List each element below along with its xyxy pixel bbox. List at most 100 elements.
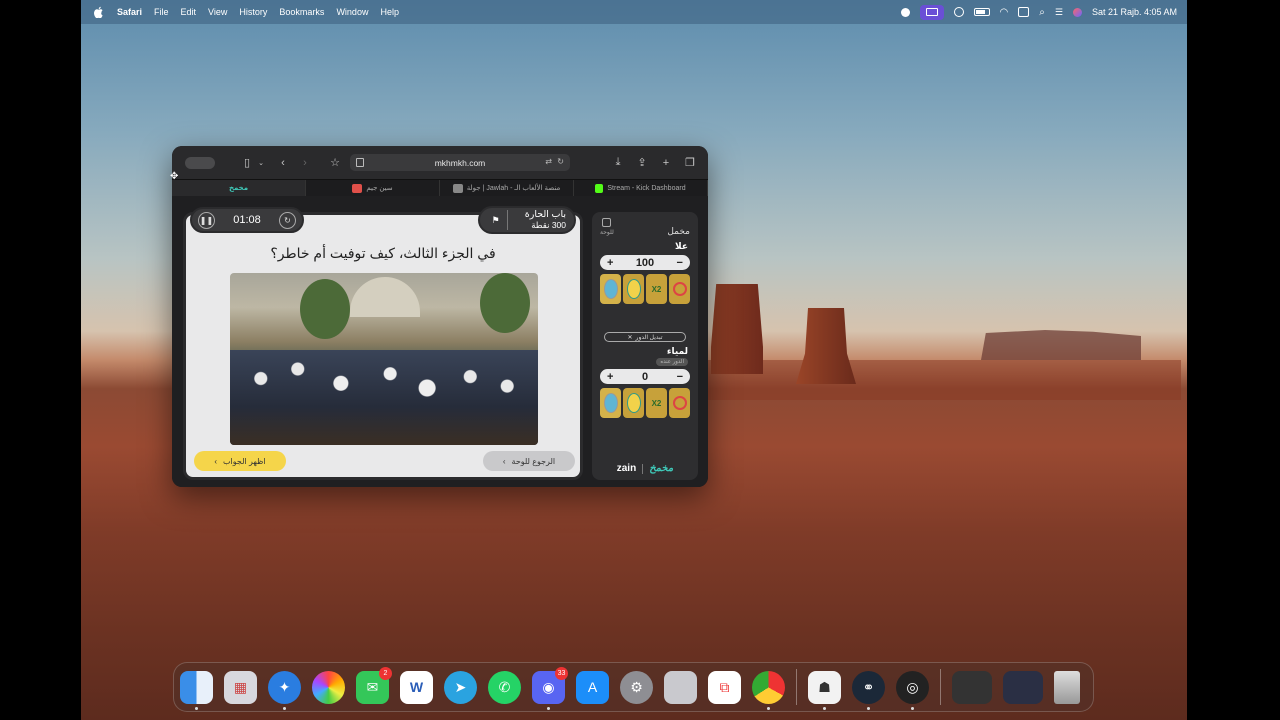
media-icon[interactable] bbox=[953, 7, 964, 17]
kick-icon bbox=[595, 183, 604, 193]
wallpaper-butte bbox=[711, 284, 763, 374]
discord-icon[interactable]: ◉ 33 bbox=[532, 666, 568, 710]
tab-mkhmkh[interactable]: مخمخ bbox=[172, 180, 306, 196]
wallpaper-plateau bbox=[981, 330, 1141, 360]
download-icon[interactable]: ⤓ bbox=[611, 156, 625, 170]
steam-icon[interactable]: ⚭ bbox=[852, 670, 885, 710]
tab-label: مخمخ bbox=[228, 185, 249, 192]
obs-icon[interactable]: ◎ bbox=[896, 670, 929, 710]
chevron-down-icon[interactable]: ⌄ bbox=[254, 156, 268, 170]
back-to-board-button[interactable]: ‹ الرجوع للوحة bbox=[483, 451, 575, 471]
tab-kick-dashboard[interactable]: Stream - Kick Dashboard bbox=[574, 180, 708, 196]
menu-view[interactable]: View bbox=[208, 7, 227, 17]
swap-icon: ✕ bbox=[627, 334, 633, 341]
minimized-window-icon[interactable] bbox=[1003, 670, 1043, 704]
address-bar[interactable]: mkhmkh.com ⇄ ↻ bbox=[350, 154, 570, 171]
remote-desktop-icon[interactable]: ⧉ bbox=[708, 670, 741, 704]
window-controls[interactable] bbox=[185, 156, 215, 169]
keyboard-icon[interactable] bbox=[1018, 7, 1030, 17]
new-tab-icon[interactable]: + bbox=[659, 156, 673, 170]
url-text: mkhmkh.com bbox=[434, 157, 486, 168]
show-answer-button[interactable]: ‹ اظهر الجواب bbox=[194, 451, 286, 471]
team-1-powers: X2 bbox=[592, 274, 698, 304]
chrome-icon[interactable] bbox=[752, 670, 785, 710]
exit-to-board-button[interactable]: للوحة bbox=[600, 218, 614, 236]
screen-share-icon[interactable] bbox=[919, 4, 944, 20]
team-1-score: + 100 − bbox=[600, 255, 690, 270]
question-points: 300 نقطة bbox=[531, 220, 566, 230]
timer-value: 01:08 bbox=[233, 214, 261, 226]
chevron-left-icon: ‹ bbox=[502, 456, 506, 466]
logo-divider bbox=[642, 463, 644, 474]
turn-indicator: الدور عنده bbox=[656, 358, 688, 366]
system-settings-icon[interactable]: ⚙ bbox=[620, 670, 653, 704]
menu-window[interactable]: Window bbox=[336, 7, 368, 17]
team-2-powers: X2 bbox=[592, 388, 698, 418]
safari-icon[interactable]: ✦ bbox=[268, 670, 301, 710]
tab-seen-jeem[interactable]: سين جيم bbox=[306, 180, 440, 196]
photos-icon[interactable] bbox=[312, 670, 345, 704]
power-double-icon[interactable]: X2 bbox=[646, 274, 667, 304]
flag-icon[interactable]: ⚑ bbox=[488, 210, 508, 230]
trash-icon[interactable] bbox=[1054, 670, 1080, 704]
switch-turn-button[interactable]: تبديل الدور ✕ bbox=[604, 332, 686, 342]
tab-overview-icon[interactable]: ❐ bbox=[683, 156, 697, 170]
menu-bookmarks[interactable]: Bookmarks bbox=[279, 7, 324, 17]
minus-icon[interactable]: − bbox=[677, 371, 683, 383]
minimized-window-icon[interactable] bbox=[952, 670, 992, 704]
recording-indicator-icon[interactable] bbox=[900, 7, 910, 17]
plus-icon[interactable]: + bbox=[607, 371, 613, 383]
messages-icon[interactable]: ✉ 2 bbox=[356, 666, 392, 704]
whatsapp-icon[interactable]: ✆ bbox=[488, 670, 521, 704]
score-panel: مخمل للوحة علا + 100 − X2 تبديل الدور ✕ … bbox=[592, 212, 698, 480]
sidebar-toggle-icon[interactable]: ▯ bbox=[240, 156, 254, 170]
search-icon[interactable]: ⌕ bbox=[1039, 7, 1045, 18]
reload-icon[interactable]: ↻ bbox=[557, 157, 564, 166]
word-icon[interactable]: W bbox=[400, 670, 433, 704]
utility-app-icon[interactable]: ☗ bbox=[808, 670, 841, 710]
menu-edit[interactable]: Edit bbox=[181, 7, 197, 17]
clock[interactable]: Sat 21 Rajb. 4:05 AM bbox=[1092, 7, 1177, 17]
star-icon[interactable]: ☆ bbox=[328, 156, 342, 170]
battery-icon[interactable] bbox=[973, 8, 990, 16]
menu-app-name[interactable]: Safari bbox=[117, 7, 142, 17]
iphone-mirroring-icon[interactable] bbox=[664, 670, 697, 704]
forward-icon[interactable]: › bbox=[298, 156, 312, 170]
reader-icon[interactable] bbox=[356, 158, 364, 167]
apple-icon[interactable] bbox=[93, 6, 105, 18]
wifi-icon[interactable]: ◠ bbox=[1000, 7, 1009, 18]
discord-badge: 33 bbox=[555, 666, 568, 680]
team-2-name: لمياء bbox=[666, 346, 688, 356]
minus-icon[interactable]: − bbox=[677, 257, 683, 269]
control-center-icon[interactable]: ☰ bbox=[1055, 7, 1063, 18]
show-answer-label: اظهر الجواب bbox=[223, 456, 266, 466]
menu-file[interactable]: File bbox=[154, 7, 169, 17]
power-block-icon[interactable] bbox=[669, 388, 690, 418]
plus-icon[interactable]: + bbox=[607, 257, 613, 269]
menu-history[interactable]: History bbox=[239, 7, 267, 17]
app-store-icon[interactable]: A bbox=[576, 670, 609, 704]
page-content: ❚❚ 01:08 ↻ ⚑ باب الحارة 300 نقطة في الجز… bbox=[172, 196, 708, 487]
power-hole-icon[interactable] bbox=[623, 274, 644, 304]
power-hole-icon[interactable] bbox=[623, 388, 644, 418]
messages-badge: 2 bbox=[379, 666, 392, 680]
power-call-friend-icon[interactable] bbox=[600, 388, 621, 418]
launchpad-icon[interactable]: ▦ bbox=[224, 670, 257, 704]
safari-window: ▯ ⌄ ‹ › ☆ mkhmkh.com ⇄ ↻ ⤓ ⇪ + ❐ مخمخ سي… bbox=[172, 146, 708, 487]
exit-label: للوحة bbox=[600, 230, 614, 236]
tab-jawlah[interactable]: جولة | Jawlah - منصة الألعاب الـ bbox=[440, 180, 574, 196]
share-icon[interactable]: ⇪ bbox=[635, 156, 649, 170]
menu-help[interactable]: Help bbox=[380, 7, 399, 17]
image-tree bbox=[480, 273, 530, 333]
reset-icon[interactable]: ↻ bbox=[279, 211, 296, 229]
telegram-icon[interactable]: ➤ bbox=[444, 670, 477, 704]
question-text: في الجزء الثالث، كيف توفيت أم خاطر؟ bbox=[270, 245, 496, 261]
translate-icon[interactable]: ⇄ bbox=[545, 157, 552, 166]
power-block-icon[interactable] bbox=[669, 274, 690, 304]
siri-icon[interactable] bbox=[1072, 7, 1082, 17]
power-double-icon[interactable]: X2 bbox=[646, 388, 667, 418]
power-call-friend-icon[interactable] bbox=[600, 274, 621, 304]
back-icon[interactable]: ‹ bbox=[276, 156, 290, 170]
pause-icon[interactable]: ❚❚ bbox=[198, 211, 215, 229]
finder-icon[interactable] bbox=[180, 670, 213, 710]
